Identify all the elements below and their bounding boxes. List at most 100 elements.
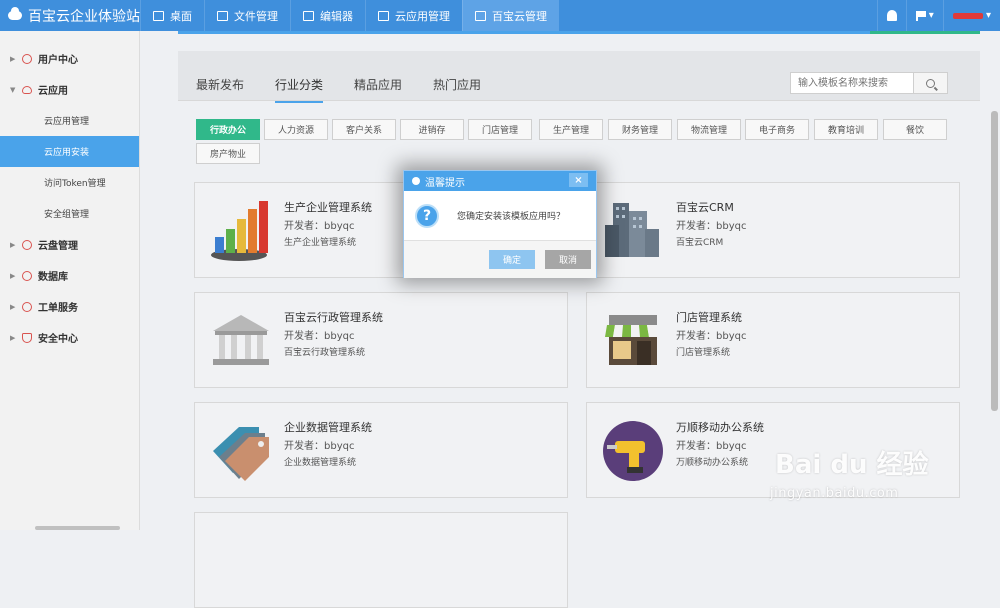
app-brand[interactable]: 百宝云企业体验站	[0, 0, 140, 31]
top-progress-bar	[178, 31, 980, 34]
government-building-icon	[213, 315, 269, 365]
sidebar-item-label: 工单服务	[38, 303, 78, 314]
storefront-icon	[605, 315, 658, 365]
caret-right-icon: ▶	[10, 333, 16, 342]
dialog-message: 您确定安装该模板应用吗？	[457, 212, 566, 222]
sidebar-subitem-token-manage[interactable]: 访问Token管理	[0, 167, 139, 198]
filter-finance[interactable]: 财务管理	[608, 119, 672, 140]
flag-menu-button[interactable]: ▾	[905, 0, 943, 31]
watermark-url: jingyan.baidu.com	[770, 486, 899, 501]
tab-editor[interactable]: 编辑器	[290, 0, 365, 31]
card-title: 百宝云行政管理系统	[284, 311, 383, 324]
user-gear-icon	[475, 10, 486, 21]
info-icon	[412, 177, 420, 185]
app-title: 百宝云企业体验站	[28, 8, 140, 25]
tags-icon	[213, 427, 269, 481]
drill-icon	[603, 421, 663, 481]
app-card[interactable]: 门店管理系统 开发者：bbyqc 门店管理系统	[586, 292, 960, 388]
filter-crm[interactable]: 客户关系	[332, 119, 396, 140]
tab-baibaoyun-manager[interactable]: 百宝云管理	[462, 0, 559, 31]
sidebar-item-ticket-service[interactable]: ▶ 工单服务	[0, 291, 139, 322]
card-developer: 开发者：bbyqc	[284, 441, 355, 452]
sidebar-scrollbar[interactable]	[35, 526, 120, 530]
buildings-icon	[605, 203, 659, 257]
cancel-button[interactable]: 取消	[545, 250, 591, 269]
close-button[interactable]: ×	[569, 173, 588, 187]
tab-label: 编辑器	[320, 9, 353, 23]
filter-inventory[interactable]: 进销存	[400, 119, 464, 140]
sidebar-item-security-center[interactable]: ▶ 安全中心	[0, 322, 139, 353]
bell-icon	[886, 10, 897, 21]
confirm-button[interactable]: 确定	[489, 250, 535, 269]
app-card[interactable]: 百宝云行政管理系统 开发者：bbyqc 百宝云行政管理系统	[194, 292, 568, 388]
caret-right-icon: ▶	[10, 271, 16, 280]
card-developer: 开发者：bbyqc	[676, 441, 747, 452]
card-title: 生产企业管理系统	[284, 201, 372, 214]
notifications-button[interactable]	[876, 0, 906, 31]
edit-icon	[303, 10, 314, 21]
sidebar-item-label: 云盘管理	[38, 241, 78, 252]
shield-icon	[22, 332, 32, 343]
filter-ecommerce[interactable]: 电子商务	[745, 119, 809, 140]
filter-store[interactable]: 门店管理	[468, 119, 532, 140]
avatar	[952, 12, 983, 19]
filter-catering[interactable]: 餐饮	[883, 119, 947, 140]
caret-right-icon: ▶	[10, 54, 16, 63]
app-card[interactable]: 百宝云CRM 开发者：bbyqc 百宝云CRM	[586, 182, 960, 278]
card-title: 万顺移动办公系统	[676, 421, 764, 434]
user-menu[interactable]: ▾	[942, 0, 1000, 31]
filter-education[interactable]: 教育培训	[814, 119, 878, 140]
filter-property[interactable]: 房产物业	[196, 143, 260, 164]
chevron-down-icon: ▾	[928, 10, 934, 21]
cloud-icon	[22, 85, 32, 94]
sidebar-item-label: 用户中心	[38, 55, 78, 66]
sidebar-item-label: 安全组管理	[44, 210, 90, 220]
tab-premium[interactable]: 精品应用	[354, 76, 402, 93]
sidebar-subitem-security-group[interactable]: 安全组管理	[0, 198, 139, 229]
sidebar-item-label: 访问Token管理	[44, 179, 106, 189]
card-description: 万顺移动办公系统	[676, 458, 749, 468]
sidebar-item-user-center[interactable]: ▶ 用户中心	[0, 43, 139, 74]
watermark-logo: Bai du 经验	[775, 450, 929, 480]
cloud-disk-icon	[22, 239, 32, 250]
dialog-footer: 确定 取消	[404, 241, 596, 278]
caret-right-icon: ▶	[10, 302, 16, 311]
card-description: 生产企业管理系统	[284, 238, 357, 248]
user-circle-icon	[22, 53, 32, 64]
tab-desktop[interactable]: 桌面	[140, 0, 204, 31]
tab-cloud-app-manager[interactable]: 云应用管理	[365, 0, 462, 31]
sidebar-item-cloud-app[interactable]: ▼ 云应用	[0, 74, 139, 105]
dialog-body: ? 您确定安装该模板应用吗？	[404, 191, 596, 241]
app-card[interactable]: 企业数据管理系统 开发者：bbyqc 企业数据管理系统	[194, 402, 568, 498]
folder-icon	[217, 10, 228, 21]
tab-popular[interactable]: 热门应用	[433, 76, 481, 93]
card-developer: 开发者：bbyqc	[676, 331, 747, 342]
flag-icon	[915, 10, 926, 21]
top-right-tools: ▾ ▾	[876, 0, 1000, 31]
progress-segment	[870, 31, 980, 34]
database-icon	[22, 270, 32, 281]
tab-label: 云应用管理	[395, 9, 450, 23]
close-icon: ×	[574, 174, 583, 186]
sidebar-item-database[interactable]: ▶ 数据库	[0, 260, 139, 291]
main-scrollbar[interactable]	[991, 111, 998, 411]
filter-production[interactable]: 生产管理	[539, 119, 603, 140]
sidebar-item-cloud-disk[interactable]: ▶ 云盘管理	[0, 229, 139, 260]
tab-industry[interactable]: 行业分类	[275, 76, 324, 103]
filter-logistics[interactable]: 物流管理	[677, 119, 741, 140]
tab-latest[interactable]: 最新发布	[196, 76, 244, 93]
card-description: 门店管理系统	[676, 348, 731, 358]
sidebar-subitem-cloud-app-manage[interactable]: 云应用管理	[0, 105, 139, 136]
tab-file-manager[interactable]: 文件管理	[204, 0, 290, 31]
filter-hr[interactable]: 人力资源	[264, 119, 328, 140]
search-input[interactable]	[791, 73, 913, 93]
search-button[interactable]	[913, 73, 947, 93]
template-search	[790, 72, 948, 94]
app-card[interactable]	[194, 512, 568, 608]
confirm-dialog: 温馨提示 × ? 您确定安装该模板应用吗？ 确定 取消	[403, 170, 597, 278]
filter-admin-office[interactable]: 行政办公	[196, 119, 260, 140]
cloud-logo-icon	[8, 7, 22, 20]
sidebar-subitem-cloud-app-install[interactable]: 云应用安装	[0, 136, 139, 167]
card-description: 百宝云CRM	[676, 238, 724, 248]
card-description: 企业数据管理系统	[284, 458, 357, 468]
